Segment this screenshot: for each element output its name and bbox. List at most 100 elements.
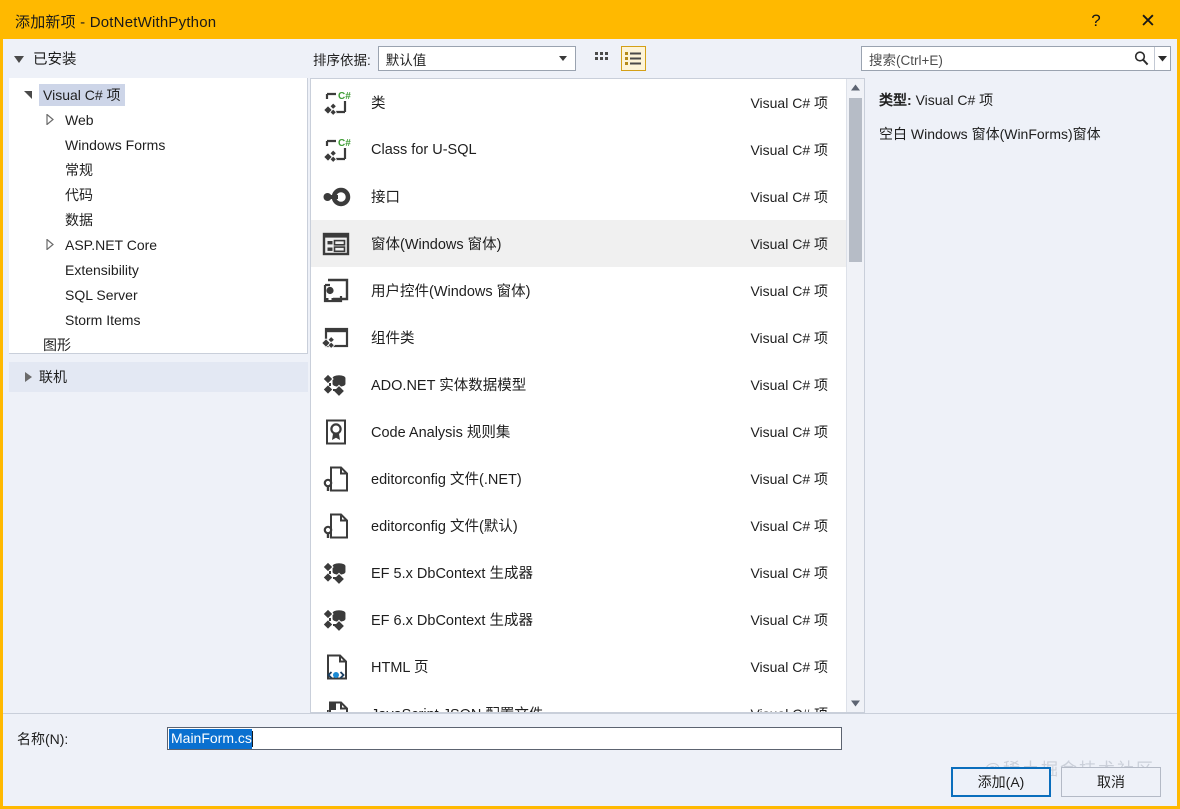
online-section[interactable]: 联机 bbox=[9, 362, 308, 392]
details-type-label: 类型: bbox=[879, 92, 912, 108]
component-class-icon bbox=[319, 321, 353, 355]
close-button[interactable]: ✕ bbox=[1119, 3, 1177, 39]
list-view-button[interactable] bbox=[620, 46, 646, 71]
sidebar-item[interactable]: 代码 bbox=[9, 182, 307, 207]
template-list-item[interactable]: C# Class for U-SQL Visual C# 项 bbox=[311, 126, 846, 173]
scroll-up-button[interactable] bbox=[847, 79, 864, 96]
sidebar-item-label: Visual C# 项 bbox=[39, 83, 125, 106]
editorconfig-icon bbox=[319, 462, 353, 496]
installed-header[interactable]: 已安装 bbox=[3, 48, 308, 69]
sidebar-item[interactable]: 图形 bbox=[9, 332, 307, 353]
entity-data-model-icon bbox=[319, 368, 353, 402]
entity-data-model-icon bbox=[319, 603, 353, 637]
sidebar-item[interactable]: ASP.NET Core bbox=[9, 232, 307, 257]
template-list-item[interactable]: editorconfig 文件(默认) Visual C# 项 bbox=[311, 502, 846, 549]
ruleset-icon bbox=[319, 415, 353, 449]
template-list-item[interactable]: 接口 Visual C# 项 bbox=[311, 173, 846, 220]
sort-by-select[interactable]: 默认值 bbox=[377, 46, 576, 71]
template-list-scrollbar[interactable] bbox=[846, 79, 864, 712]
scroll-down-button[interactable] bbox=[847, 695, 864, 712]
template-item-kind: Visual C# 项 bbox=[750, 517, 828, 534]
list-view-icon bbox=[625, 52, 642, 65]
window-controls: ? ✕ bbox=[1073, 3, 1177, 39]
template-list-item[interactable]: editorconfig 文件(.NET) Visual C# 项 bbox=[311, 455, 846, 502]
template-list-item[interactable]: C# 类 Visual C# 项 bbox=[311, 79, 846, 126]
search-input[interactable]: 搜索(Ctrl+E) bbox=[862, 49, 1133, 69]
caret-down-icon bbox=[851, 700, 860, 707]
toolbar: 已安装 排序依据: 默认值 搜索(Ctrl+E) bbox=[3, 39, 1177, 78]
installed-label: 已安装 bbox=[33, 52, 77, 68]
svg-text:C#: C# bbox=[338, 138, 351, 149]
template-item-name: 接口 bbox=[371, 190, 400, 206]
template-item-kind: Visual C# 项 bbox=[750, 470, 828, 487]
sidebar-item[interactable]: Extensibility bbox=[9, 257, 307, 282]
csharp-class-icon: C# bbox=[319, 133, 353, 167]
dialog-body: Visual C# 项 Web Windows Forms 常规代码数据 ASP.NET… bbox=[3, 78, 1177, 713]
name-input[interactable]: MainForm.cs bbox=[167, 727, 842, 750]
template-list-item[interactable]: 窗体(Windows 窗体) Visual C# 项 bbox=[311, 220, 846, 267]
template-item-kind: Visual C# 项 bbox=[750, 141, 828, 158]
sort-by-value: 默认值 bbox=[385, 52, 427, 68]
interface-icon bbox=[319, 180, 353, 214]
footer-buttons: 添加(A) 取消 bbox=[951, 767, 1161, 797]
sidebar-item-label: Storm Items bbox=[65, 311, 141, 328]
template-item-kind: Visual C# 项 bbox=[750, 235, 828, 252]
template-item-kind: Visual C# 项 bbox=[750, 282, 828, 299]
grid-view-button[interactable] bbox=[590, 46, 615, 71]
sort-by-label: 排序依据: bbox=[313, 52, 371, 68]
entity-data-model-icon bbox=[319, 556, 353, 590]
template-item-kind: Visual C# 项 bbox=[750, 564, 828, 581]
template-item-name: EF 6.x DbContext 生成器 bbox=[371, 613, 533, 629]
search-dropdown-button[interactable] bbox=[1155, 55, 1170, 62]
sidebar-item[interactable]: Visual C# 项 bbox=[9, 82, 307, 107]
json-file-icon bbox=[319, 697, 353, 712]
template-list-item[interactable]: ADO.NET 实体数据模型 Visual C# 项 bbox=[311, 361, 846, 408]
template-item-kind: Visual C# 项 bbox=[750, 423, 828, 440]
chevron-down-icon bbox=[558, 56, 567, 61]
sidebar-item[interactable]: Web bbox=[9, 107, 307, 132]
svg-text:C#: C# bbox=[338, 91, 351, 102]
sidebar-item-label: Windows Forms bbox=[65, 136, 166, 153]
template-list-item[interactable]: HTML 页 Visual C# 项 bbox=[311, 643, 846, 690]
online-label: 联机 bbox=[39, 369, 67, 385]
sidebar-item[interactable]: Storm Items bbox=[9, 307, 307, 332]
search-box[interactable]: 搜索(Ctrl+E) bbox=[861, 46, 1171, 71]
template-list-item[interactable]: EF 5.x DbContext 生成器 Visual C# 项 bbox=[311, 549, 846, 596]
chevron-right-icon bbox=[39, 114, 61, 125]
sidebar-item-label: 图形 bbox=[43, 336, 71, 353]
search-icon bbox=[1133, 50, 1150, 67]
help-button[interactable]: ? bbox=[1073, 3, 1119, 39]
template-list-item[interactable]: Code Analysis 规则集 Visual C# 项 bbox=[311, 408, 846, 455]
template-item-name: 用户控件(Windows 窗体) bbox=[371, 284, 531, 300]
scroll-track[interactable] bbox=[847, 96, 864, 695]
template-item-name: 类 bbox=[371, 96, 386, 112]
view-mode-buttons bbox=[590, 46, 646, 71]
template-list-item[interactable]: JavaScript JSON 配置文件Visual C# 项 bbox=[311, 690, 846, 712]
template-list-item[interactable]: 用户控件(Windows 窗体) Visual C# 项 bbox=[311, 267, 846, 314]
template-list-item[interactable]: 组件类 Visual C# 项 bbox=[311, 314, 846, 361]
details-description: 空白 Windows 窗体(WinForms)窗体 bbox=[879, 126, 1101, 142]
scroll-thumb[interactable] bbox=[849, 98, 862, 262]
template-item-kind: Visual C# 项 bbox=[750, 704, 828, 713]
dialog-footer: 名称(N): MainForm.cs @稀土掘金技术社区 添加(A) 取消 bbox=[3, 713, 1177, 806]
windows-form-icon bbox=[319, 227, 353, 261]
sidebar-item[interactable]: SQL Server bbox=[9, 282, 307, 307]
add-button[interactable]: 添加(A) bbox=[951, 767, 1051, 797]
cancel-button[interactable]: 取消 bbox=[1061, 767, 1161, 797]
details-type-value: Visual C# 项 bbox=[915, 92, 994, 108]
sidebar-item-label: 数据 bbox=[65, 211, 93, 228]
template-item-kind: Visual C# 项 bbox=[750, 329, 828, 346]
template-item-name: 组件类 bbox=[371, 331, 415, 347]
chevron-down-icon bbox=[17, 90, 39, 99]
name-input-value: MainForm.cs bbox=[169, 728, 252, 749]
template-list-item[interactable]: EF 6.x DbContext 生成器 Visual C# 项 bbox=[311, 596, 846, 643]
sidebar-item-label: 代码 bbox=[65, 186, 93, 203]
sidebar-item[interactable]: Windows Forms bbox=[9, 132, 307, 157]
sidebar-item[interactable]: 数据 bbox=[9, 207, 307, 232]
sidebar-item[interactable]: 常规 bbox=[9, 157, 307, 182]
template-list[interactable]: C# 类 Visual C# 项 C# Class for U-SQL Visual… bbox=[311, 79, 846, 712]
chevron-right-icon bbox=[17, 372, 39, 382]
sidebar-item-label: Web bbox=[65, 111, 94, 128]
caret-up-icon bbox=[851, 84, 860, 91]
name-row: 名称(N): MainForm.cs bbox=[3, 714, 1177, 750]
